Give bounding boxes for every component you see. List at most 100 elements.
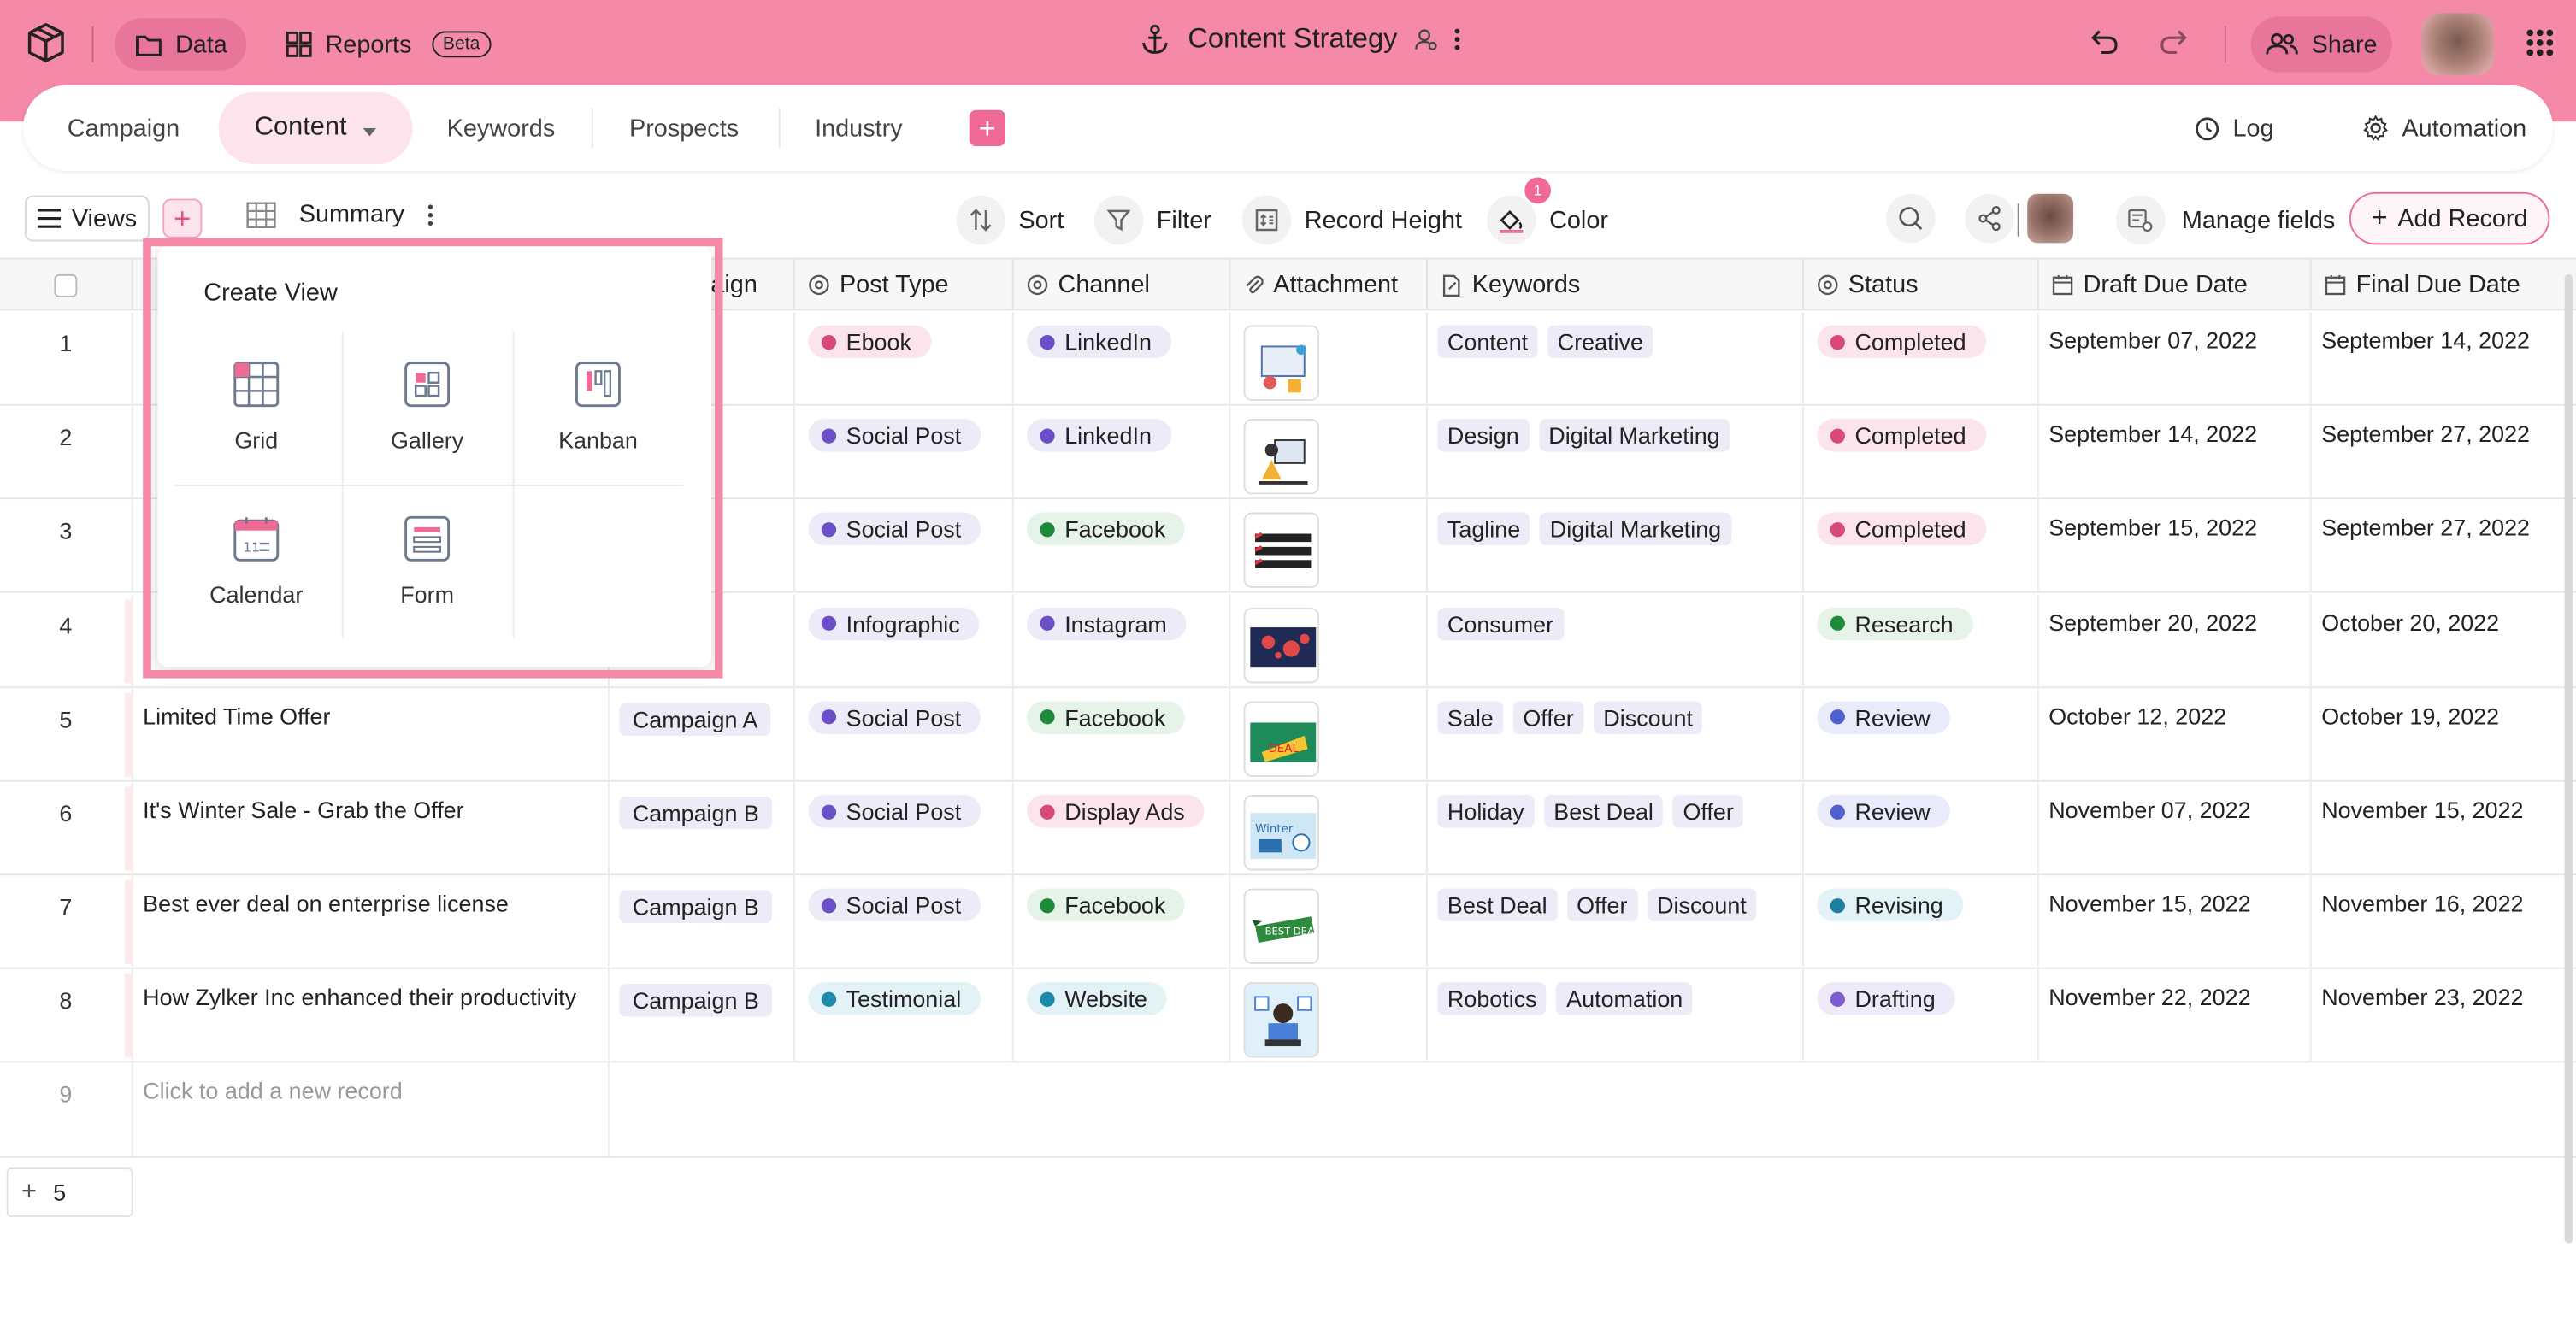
title-cell[interactable]: It's Winter Sale - Grab the Offer (133, 781, 610, 876)
status-cell[interactable]: Review (1804, 781, 2039, 876)
attachment-cell[interactable]: DEAL (1230, 687, 1428, 782)
channel-tag[interactable]: Facebook (1027, 888, 1186, 922)
attachment-cell[interactable]: BEST DEAL (1230, 875, 1428, 970)
header-keywords[interactable]: Keywords (1428, 259, 1804, 311)
redo-icon[interactable] (2159, 26, 2189, 56)
header-attachment[interactable]: Attachment (1230, 259, 1428, 311)
status-badge[interactable]: Completed (1817, 325, 1986, 358)
post-type-cell[interactable]: Infographic (795, 593, 1014, 688)
title-cell[interactable]: Best ever deal on enterprise license (133, 875, 610, 970)
header-status[interactable]: Status (1804, 259, 2039, 311)
post-type-cell[interactable]: Social Post (795, 499, 1014, 594)
record-height-button[interactable]: Record Height (1241, 194, 1462, 246)
share-view-icon[interactable] (1965, 193, 2014, 244)
user-avatar[interactable] (2421, 13, 2494, 76)
app-menu-icon[interactable] (2525, 28, 2555, 58)
channel-cell[interactable]: Display Ads (1014, 781, 1231, 876)
tab-campaign[interactable]: Campaign (68, 85, 180, 171)
post-type-tag[interactable]: Social Post (808, 795, 981, 828)
filter-button[interactable]: Filter (1093, 194, 1211, 246)
status-badge[interactable]: Completed (1817, 513, 1986, 546)
manage-fields-button[interactable]: Manage fields (2116, 194, 2335, 246)
final-due-cell[interactable]: September 14, 2022 (2312, 312, 2576, 406)
header-post-type[interactable]: Post Type (795, 259, 1014, 311)
keywords-cell[interactable]: Robotics Automation (1428, 969, 1804, 1064)
channel-cell[interactable]: Facebook (1014, 499, 1231, 594)
keywords-cell[interactable]: Sale Offer Discount (1428, 687, 1804, 782)
final-due-cell[interactable]: September 27, 2022 (2312, 406, 2576, 500)
status-badge[interactable]: Drafting (1817, 982, 1955, 1016)
color-button[interactable]: Color (1487, 194, 1608, 246)
attachment-cell[interactable] (1230, 499, 1428, 594)
final-due-cell[interactable]: November 23, 2022 (2312, 969, 2576, 1063)
select-all-checkbox[interactable] (54, 273, 78, 297)
draft-due-cell[interactable]: September 07, 2022 (2039, 312, 2312, 406)
draft-due-cell[interactable]: September 20, 2022 (2039, 593, 2312, 688)
post-type-tag[interactable]: Social Post (808, 513, 981, 546)
table-row[interactable]: 7 Best ever deal on enterprise license Cam… (0, 875, 2576, 970)
final-due-cell[interactable]: October 20, 2022 (2312, 594, 2576, 688)
attachment-thumbnail[interactable] (1243, 513, 1320, 589)
status-cell[interactable]: Completed (1804, 499, 2039, 594)
post-type-cell[interactable]: Social Post (795, 405, 1014, 500)
attachment-thumbnail[interactable]: BEST DEAL (1243, 888, 1320, 965)
add-record-button[interactable]: + Add Record (2349, 191, 2550, 245)
final-due-cell[interactable]: October 19, 2022 (2312, 688, 2576, 782)
channel-cell[interactable]: LinkedIn (1014, 312, 1231, 406)
status-badge[interactable]: Review (1817, 701, 1950, 734)
channel-cell[interactable]: LinkedIn (1014, 405, 1231, 500)
more-vertical-icon[interactable] (427, 203, 434, 226)
table-row[interactable]: 6 It's Winter Sale - Grab the Offer Campai… (0, 781, 2576, 876)
post-type-tag[interactable]: Social Post (808, 701, 981, 734)
attachment-cell[interactable] (1230, 593, 1428, 688)
post-type-cell[interactable]: Social Post (795, 781, 1014, 876)
status-cell[interactable]: Research (1804, 593, 2039, 688)
header-draft-due-date[interactable]: Draft Due Date (2039, 259, 2312, 311)
draft-due-cell[interactable]: September 15, 2022 (2039, 499, 2312, 594)
draft-due-cell[interactable]: November 15, 2022 (2039, 875, 2312, 970)
draft-due-cell[interactable]: November 07, 2022 (2039, 781, 2312, 876)
more-vertical-icon[interactable] (1453, 28, 1460, 51)
attachment-thumbnail[interactable] (1243, 607, 1320, 683)
channel-tag[interactable]: Display Ads (1027, 795, 1205, 828)
post-type-cell[interactable]: Social Post (795, 875, 1014, 970)
keywords-cell[interactable]: Best Deal Offer Discount (1428, 875, 1804, 970)
keywords-cell[interactable]: Tagline Digital Marketing (1428, 499, 1804, 594)
vertical-scrollbar[interactable] (2564, 273, 2573, 1244)
post-type-tag[interactable]: Social Post (808, 419, 981, 452)
attachment-thumbnail[interactable] (1243, 419, 1320, 495)
attachment-thumbnail[interactable]: DEAL (1243, 701, 1320, 777)
campaign-cell[interactable]: Campaign B (610, 781, 796, 876)
create-view-button[interactable]: + (162, 198, 203, 238)
attachment-cell[interactable] (1230, 405, 1428, 500)
channel-tag[interactable]: LinkedIn (1027, 325, 1171, 358)
table-row[interactable]: 8 How Zylker Inc enhanced their productiv… (0, 969, 2576, 1064)
channel-tag[interactable]: Instagram (1027, 607, 1187, 640)
keywords-cell[interactable]: Consumer (1428, 593, 1804, 688)
title-cell[interactable]: How Zylker Inc enhanced their productivi… (133, 969, 610, 1064)
tab-industry[interactable]: Industry (815, 85, 903, 171)
table-row[interactable]: 5 Limited Time Offer Campaign A Social Post… (0, 687, 2576, 782)
status-badge[interactable]: Research (1817, 607, 1973, 640)
post-type-cell[interactable]: Ebook (795, 312, 1014, 406)
channel-tag[interactable]: Website (1027, 982, 1167, 1016)
data-button[interactable]: Data (115, 18, 247, 71)
attachment-thumbnail[interactable]: Winter (1243, 795, 1320, 871)
attachment-cell[interactable] (1230, 312, 1428, 406)
final-due-cell[interactable]: November 15, 2022 (2312, 782, 2576, 876)
post-type-cell[interactable]: Testimonial (795, 969, 1014, 1064)
channel-cell[interactable]: Facebook (1014, 875, 1231, 970)
undo-icon[interactable] (2090, 26, 2119, 56)
new-record-placeholder[interactable]: Click to add a new record (133, 1062, 610, 1158)
keywords-cell[interactable]: Design Digital Marketing (1428, 405, 1804, 500)
draft-due-cell[interactable]: October 12, 2022 (2039, 687, 2312, 782)
status-badge[interactable]: Revising (1817, 888, 1963, 922)
channel-cell[interactable]: Website (1014, 969, 1231, 1064)
add-new-record-row[interactable]: 9 Click to add a new record (0, 1062, 2576, 1158)
attachment-thumbnail[interactable] (1243, 982, 1320, 1059)
title-cell[interactable]: Limited Time Offer (133, 687, 610, 782)
header-channel[interactable]: Channel (1014, 259, 1231, 311)
tab-keywords[interactable]: Keywords (447, 85, 556, 171)
campaign-cell[interactable]: Campaign A (610, 687, 796, 782)
post-type-tag[interactable]: Ebook (808, 325, 931, 358)
